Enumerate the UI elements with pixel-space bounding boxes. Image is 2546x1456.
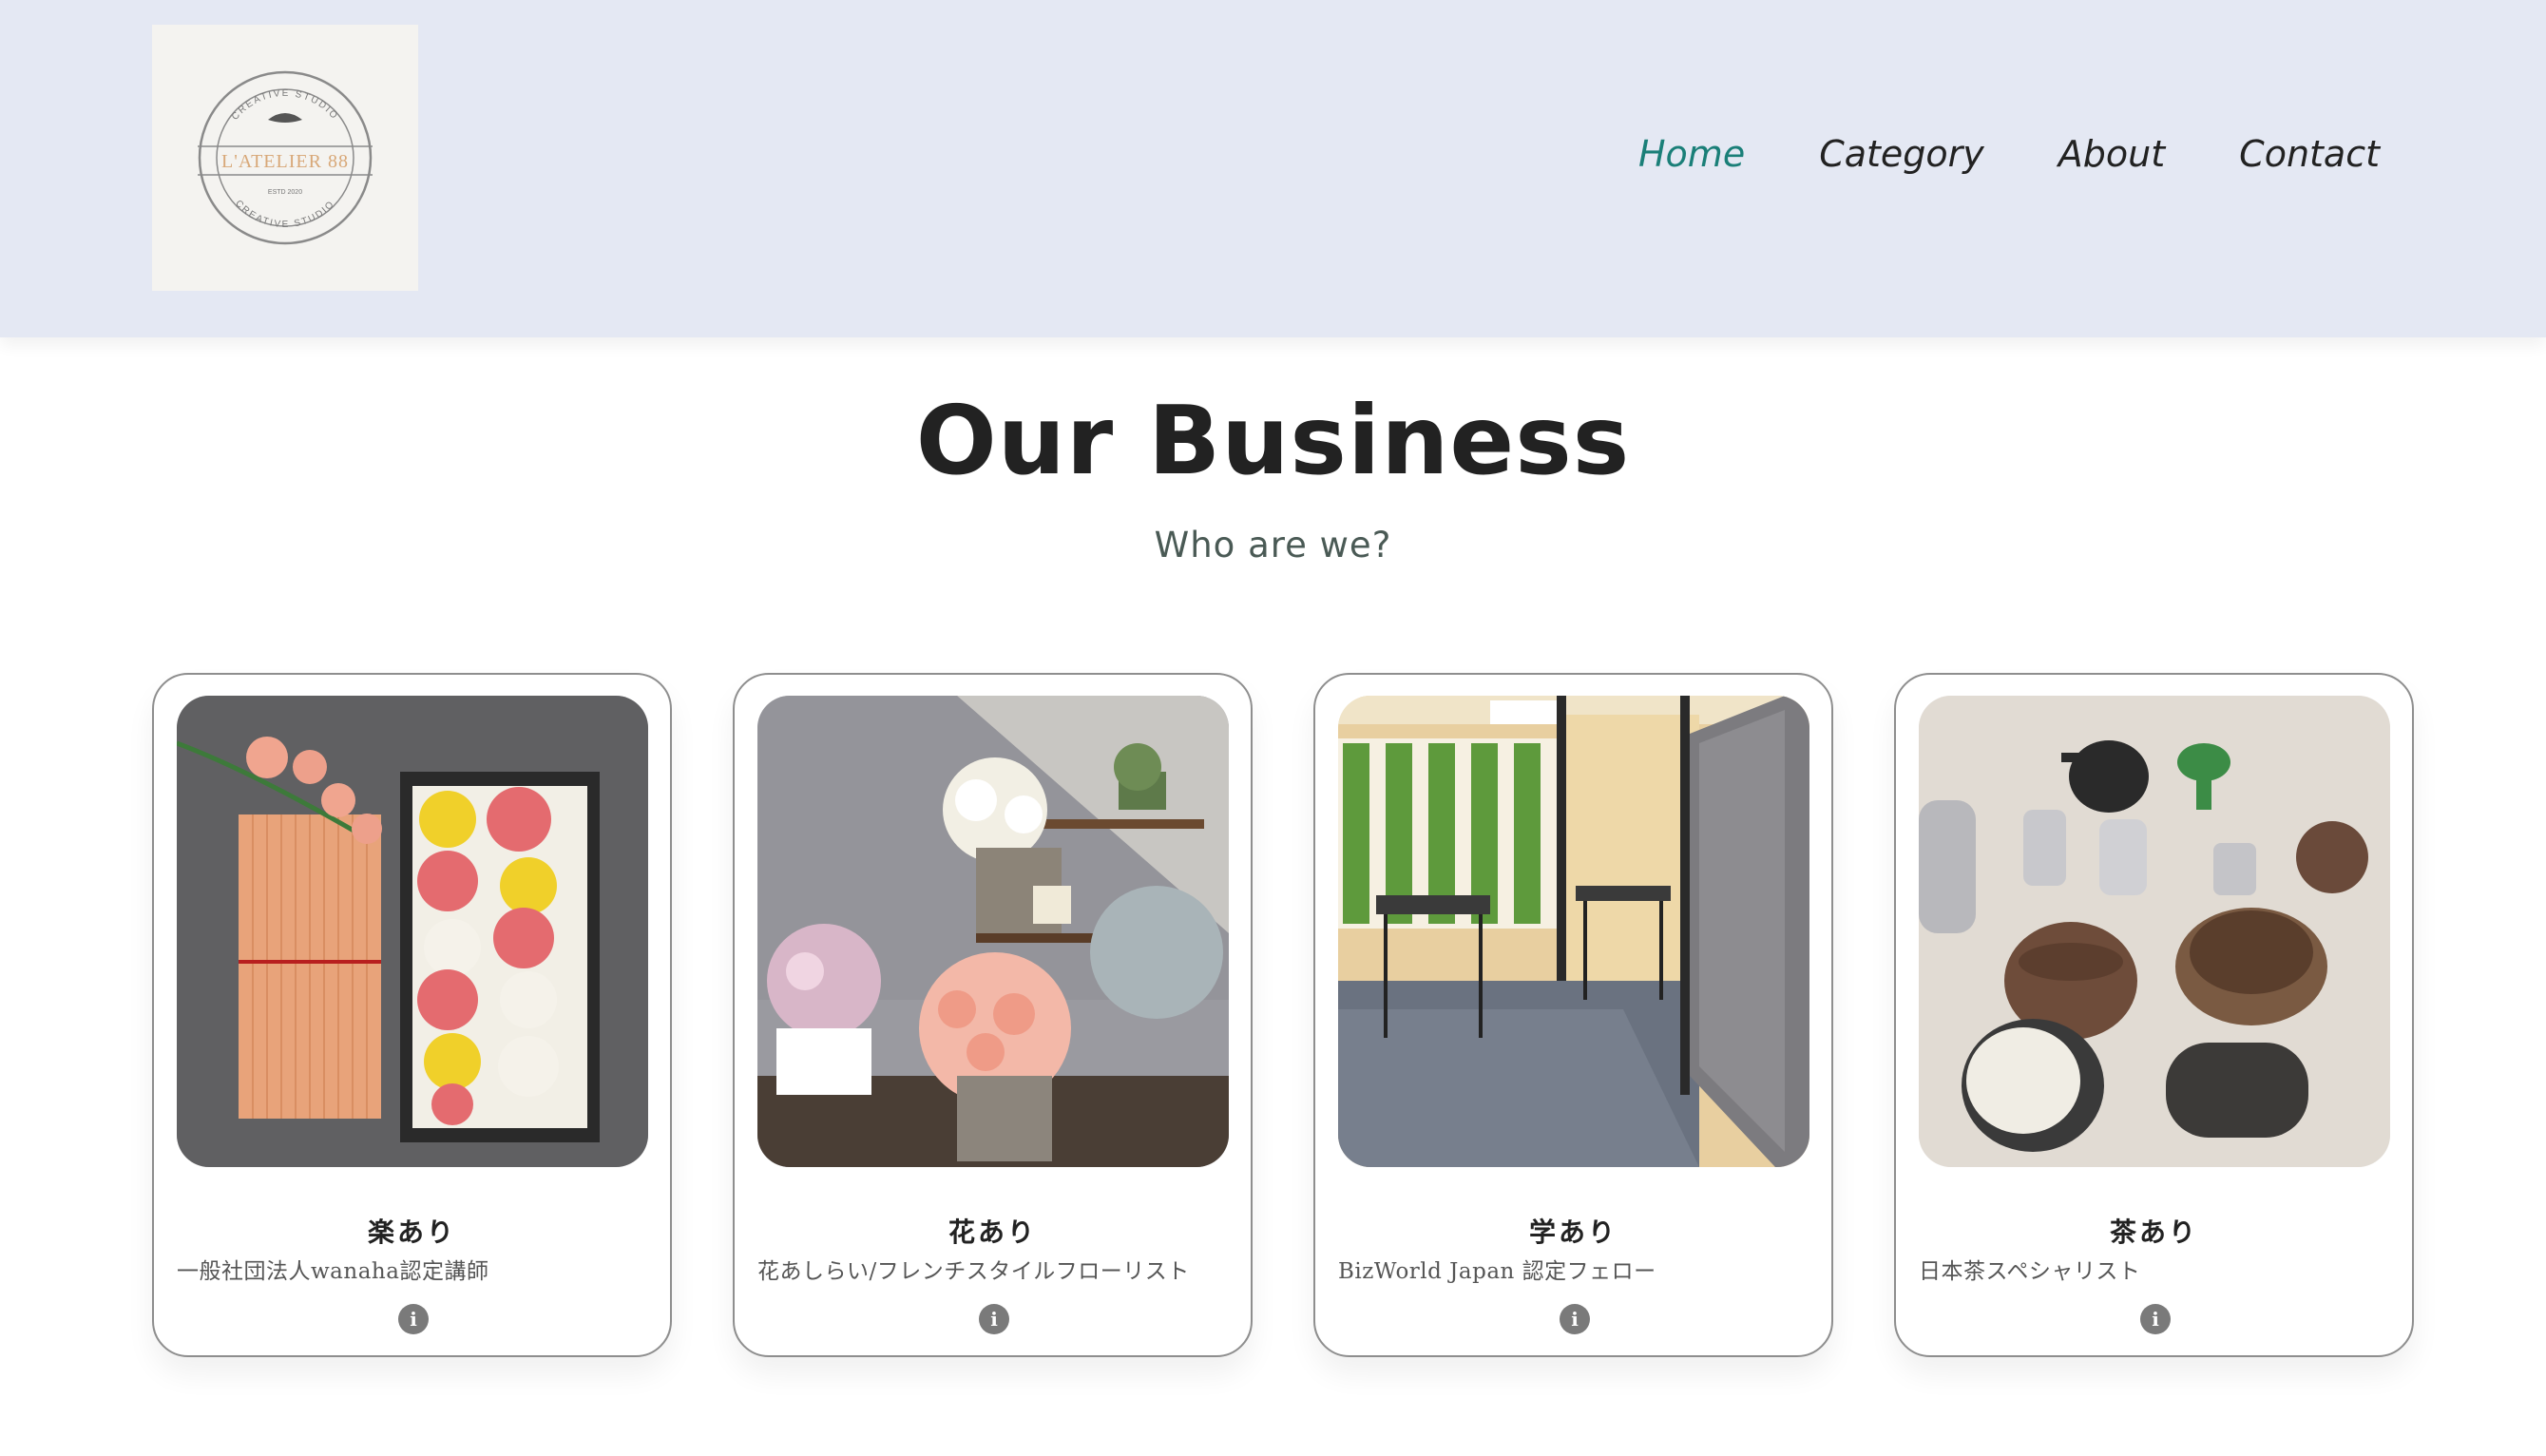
card-title: 学あり (1528, 1217, 1618, 1248)
logo-name: L'ATELIER 88 (221, 151, 349, 172)
info-icon[interactable]: i (979, 1304, 1009, 1334)
info-icon[interactable]: i (1560, 1304, 1590, 1334)
flower-sweets-photo (177, 696, 648, 1167)
business-card-hana: 花あり 花あしらい/フレンチスタイルフローリスト i (733, 673, 1253, 1357)
card-description: 一般社団法人wanaha認定講師 (177, 1259, 489, 1284)
card-description: 花あしらい/フレンチスタイルフローリスト (757, 1259, 1190, 1284)
business-card-raku: 楽あり 一般社団法人wanaha認定講師 i (152, 673, 672, 1357)
card-title: 花あり (948, 1217, 1037, 1248)
nav-home[interactable]: Home (1638, 133, 1745, 175)
page-title: Our Business (915, 385, 1631, 496)
business-card-cha: 茶あり 日本茶スペシャリスト i (1894, 673, 2414, 1357)
main-nav: Home Category About Contact (1638, 133, 2380, 175)
logo-bottom-text: CREATIVE STUDIO (233, 199, 335, 230)
nav-about[interactable]: About (2058, 133, 2165, 175)
info-icon[interactable]: i (398, 1304, 429, 1334)
card-title: 茶あり (2109, 1217, 2198, 1248)
card-title: 楽あり (367, 1217, 456, 1248)
card-description: BizWorld Japan 認定フェロー (1338, 1259, 1656, 1284)
business-card-gaku: 学あり BizWorld Japan 認定フェロー i (1313, 673, 1833, 1357)
logo-small-text: ESTD 2020 (268, 189, 302, 196)
site-header: L'ATELIER 88 ESTD 2020 CREATIVE STUDIO C… (0, 0, 2546, 337)
svg-text:CREATIVE STUDIO: CREATIVE STUDIO (233, 199, 337, 230)
info-icon[interactable]: i (2140, 1304, 2171, 1334)
flower-display-photo (757, 696, 1229, 1167)
logo-emblem-icon: L'ATELIER 88 ESTD 2020 CREATIVE STUDIO C… (198, 70, 373, 245)
page-subtitle: Who are we? (1154, 525, 1392, 565)
card-description: 日本茶スペシャリスト (1919, 1259, 2141, 1284)
classroom-photo (1338, 696, 1809, 1167)
nav-category[interactable]: Category (1819, 133, 1984, 175)
tea-utensils-photo (1919, 696, 2390, 1167)
nav-contact[interactable]: Contact (2239, 133, 2380, 175)
site-logo[interactable]: L'ATELIER 88 ESTD 2020 CREATIVE STUDIO C… (152, 25, 418, 291)
